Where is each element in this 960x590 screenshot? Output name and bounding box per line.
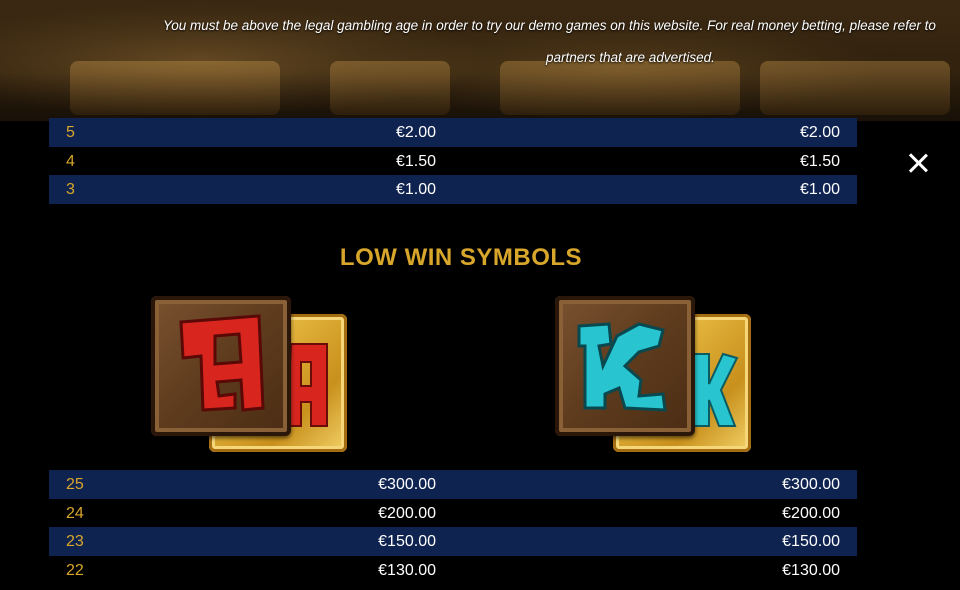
payout-value: €2.00	[799, 124, 840, 141]
section-title: LOW WIN SYMBOLS	[339, 244, 583, 271]
letter-k-symbol-icon	[555, 296, 755, 454]
lower-paytable: 25 €300.00 €300.00 24 €200.00 €200.00 23…	[49, 470, 857, 584]
payout-value: €300.00	[782, 476, 840, 493]
symbol-front-tile	[555, 296, 695, 436]
table-row: 23 €150.00 €150.00	[49, 527, 857, 556]
payout-value: €200.00	[782, 504, 840, 522]
age-notice-line-1: You must be above the legal gambling age…	[163, 18, 936, 33]
payout-value: €1.50	[799, 152, 840, 170]
symbol-count: 23	[66, 533, 84, 550]
symbol-count: 4	[66, 152, 75, 170]
symbol-count: 22	[66, 561, 84, 579]
payout-value: €1.00	[395, 181, 436, 198]
payout-value: €1.00	[799, 181, 840, 198]
symbol-count: 3	[66, 181, 75, 198]
upper-paytable: 5 €2.00 €2.00 4 €1.50 €1.50 3 €1.00 €1.0…	[49, 118, 857, 204]
table-row: 25 €300.00 €300.00	[49, 470, 857, 499]
payout-value: €1.50	[395, 152, 436, 170]
symbol-count: 25	[66, 476, 84, 493]
banner-decoration	[70, 61, 280, 115]
letter-a-symbol-icon	[151, 296, 351, 454]
banner-decoration	[330, 61, 450, 115]
table-row: 24 €200.00 €200.00	[49, 499, 857, 528]
payout-value: €150.00	[782, 533, 840, 550]
table-row: 4 €1.50 €1.50	[49, 147, 857, 176]
close-icon[interactable]	[906, 151, 930, 175]
banner-decoration	[760, 61, 950, 115]
symbol-count: 5	[66, 124, 75, 141]
symbol-count: 24	[66, 504, 84, 522]
payout-value: €200.00	[378, 504, 436, 522]
top-banner: You must be above the legal gambling age…	[0, 0, 960, 121]
table-row: 3 €1.00 €1.00	[49, 175, 857, 204]
table-row: 5 €2.00 €2.00	[49, 118, 857, 147]
table-row: 22 €130.00 €130.00	[49, 556, 857, 585]
symbol-front-tile	[151, 296, 291, 436]
age-notice-line-2: partners that are advertised.	[546, 50, 715, 65]
payout-value: €130.00	[782, 561, 840, 579]
payout-value: €2.00	[395, 124, 436, 141]
payout-value: €300.00	[378, 476, 436, 493]
payout-value: €150.00	[378, 533, 436, 550]
payout-value: €130.00	[378, 561, 436, 579]
